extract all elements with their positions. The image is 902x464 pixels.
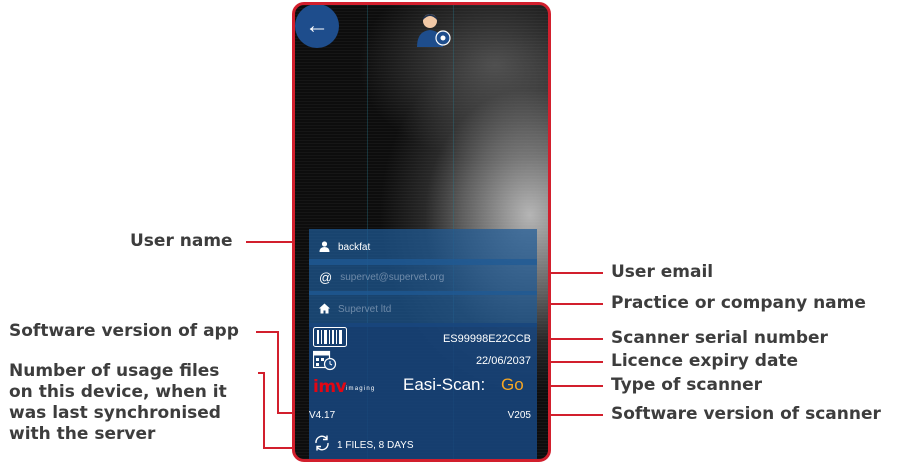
label-software-scanner: Software version of scanner — [611, 404, 881, 424]
label-user-name: User name — [130, 231, 233, 251]
scanner-info-panel: ES99998E22CCB 22/06/2037 imv imaging Eas… — [309, 323, 537, 459]
label-usage-files: Number of usage files on this device, wh… — [9, 361, 227, 444]
pointer-line — [277, 331, 279, 414]
user-name-value: backfat — [338, 241, 371, 253]
email-placeholder: supervet@supervet.org — [340, 271, 445, 283]
phone-screen: ← backfat @ supervet@supervet.org Superv… — [292, 2, 551, 462]
back-button[interactable]: ← — [295, 5, 339, 48]
licence-expiry: 22/06/2037 — [475, 355, 531, 367]
label-software-app: Software version of app — [9, 321, 239, 341]
label-practice: Practice or company name — [611, 293, 866, 313]
label-licence: Licence expiry date — [611, 351, 799, 371]
scanner-version: V205 — [507, 410, 531, 421]
practice-field[interactable]: Supervet ltd — [309, 291, 537, 327]
person-icon — [319, 240, 330, 255]
serial-number: ES99998E22CCB — [442, 333, 531, 345]
label-user-email: User email — [611, 262, 714, 282]
app-version: V4.17 — [309, 410, 336, 421]
easi-scan-logo: Easi-Scan: — [403, 375, 486, 394]
at-icon: @ — [319, 269, 333, 285]
arrow-left-icon: ← — [305, 12, 329, 39]
sync-icon — [313, 434, 331, 457]
pointer-line — [256, 331, 278, 333]
sync-status-text: 1 FILES, 8 DAYS — [337, 440, 414, 451]
go-logo: Go — [501, 375, 524, 394]
label-scanner-type: Type of scanner — [611, 375, 763, 395]
home-icon — [319, 302, 330, 317]
sync-status[interactable]: 1 FILES, 8 DAYS — [313, 434, 414, 457]
pointer-line — [263, 372, 265, 449]
imv-imaging-text: imaging — [346, 386, 376, 392]
email-field[interactable]: @ supervet@supervet.org — [309, 259, 537, 295]
label-serial: Scanner serial number — [611, 328, 828, 348]
practice-placeholder: Supervet ltd — [338, 303, 392, 315]
user-gear-icon[interactable] — [415, 11, 453, 47]
imv-logo: imv — [313, 377, 347, 397]
